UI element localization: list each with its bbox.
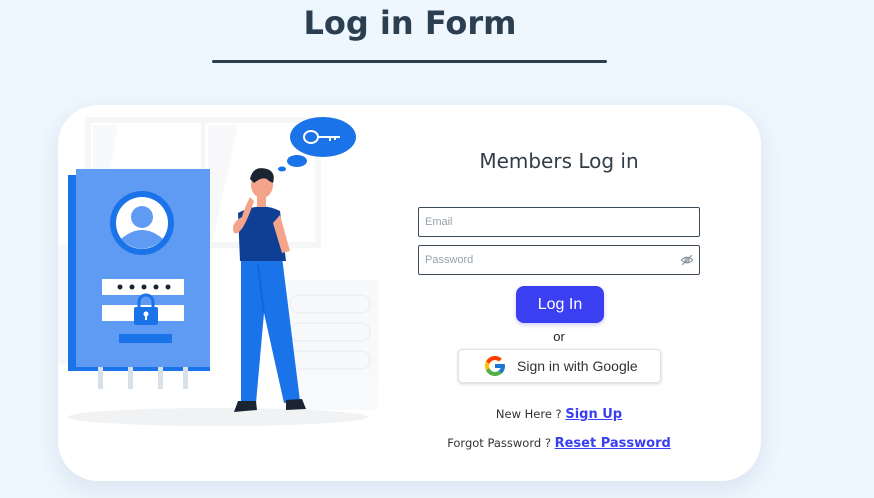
login-panel-graphic [68,169,210,389]
google-signin-button[interactable]: Sign in with Google [458,349,661,383]
login-illustration [58,105,378,481]
eye-slash-icon[interactable] [680,253,694,267]
form-heading: Members Log in [479,149,639,173]
floor-shadow [68,408,368,426]
password-field-wrapper [418,245,700,275]
title-underline [212,60,607,63]
signup-prompt: New Here ? [495,407,562,421]
signup-link[interactable]: Sign Up [565,407,622,422]
google-signin-label: Sign in with Google [517,358,638,374]
forgot-prompt: Forgot Password ? [447,436,551,450]
signup-line: New Here ? Sign Up [418,407,700,422]
user-avatar-icon [110,191,174,255]
login-button[interactable]: Log In [516,286,604,323]
google-logo-icon [485,356,505,376]
panel-button [119,334,172,343]
reset-password-link[interactable]: Reset Password [555,436,671,451]
page-title: Log in Form [303,4,517,42]
or-divider-text: or [553,329,565,344]
forgot-password-line: Forgot Password ? Reset Password [418,436,700,451]
login-form: Members Log in Log In or Sign in with Go… [418,105,761,481]
login-card: Members Log in Log In or Sign in with Go… [58,105,761,481]
illustration-svg [58,117,378,426]
email-field[interactable] [418,207,700,237]
password-field[interactable] [418,245,700,275]
